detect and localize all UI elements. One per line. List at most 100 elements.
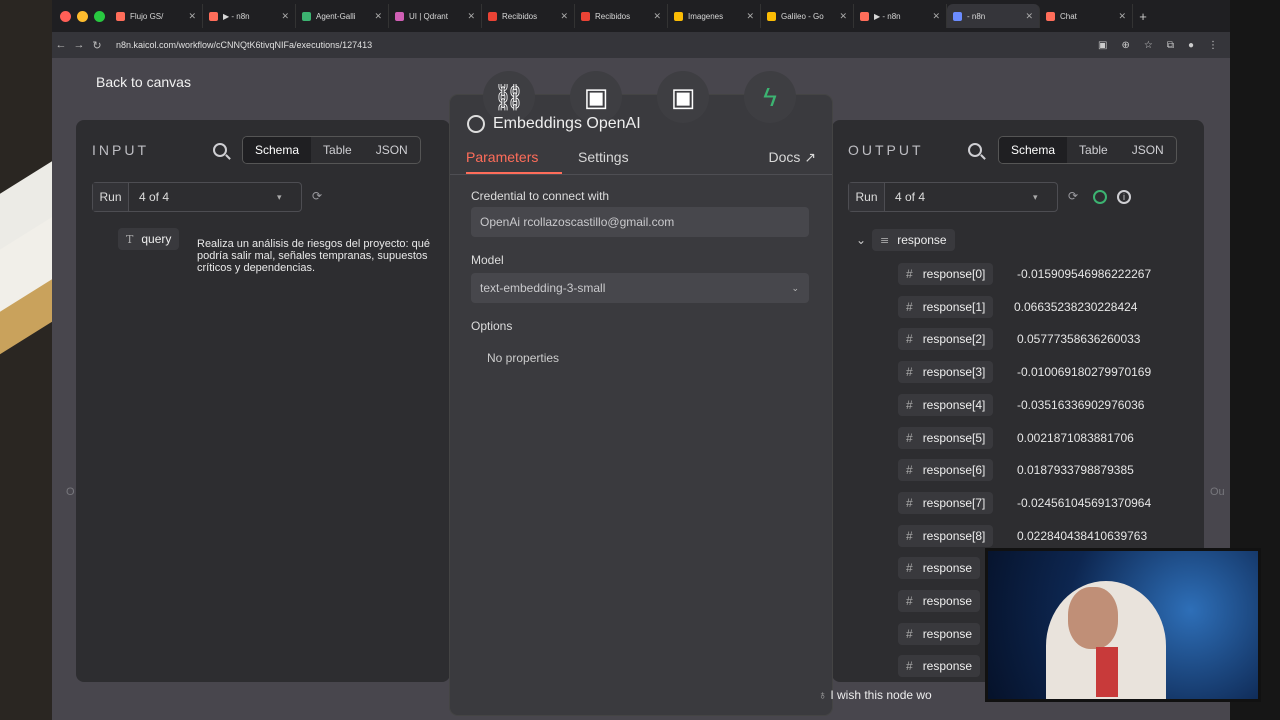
tab-label: - n8n [967, 11, 986, 21]
extensions-icon[interactable]: ⧉ [1167, 40, 1174, 51]
model-select[interactable]: text-embedding-3-small ⌄ [471, 273, 809, 303]
response-row-key[interactable]: # response[3] [898, 361, 994, 384]
close-tab-icon[interactable]: ✕ [467, 11, 475, 22]
no-properties-text: No properties [487, 351, 560, 365]
output-run-select[interactable]: Run 4 of 4 ▾ [848, 182, 1058, 212]
feedback-text[interactable]: ♁ I wish this node wo [818, 688, 932, 702]
number-type-icon: # [906, 626, 913, 641]
profile-icon[interactable]: ● [1188, 40, 1194, 51]
tab-9[interactable]: - n8n ✕ [947, 4, 1040, 28]
tab-4[interactable]: Recibidos ✕ [482, 4, 575, 28]
tab-2[interactable]: Agent-Galli ✕ [296, 4, 389, 28]
search-icon[interactable] [968, 143, 982, 157]
close-tab-icon[interactable]: ✕ [281, 11, 289, 22]
response-row-key[interactable]: # response[2] [898, 328, 994, 351]
external-link-icon: ↗ [804, 149, 816, 165]
tab-5[interactable]: Recibidos ✕ [575, 4, 668, 28]
maximize-window-button[interactable] [94, 10, 105, 22]
forward-arrow-icon[interactable]: → [70, 39, 88, 51]
canvas-ghost-text: O [66, 486, 75, 498]
url-field[interactable]: n8n.kaicol.com/workflow/cCNNQtK6tivqNIFa… [116, 40, 1098, 50]
tab-settings[interactable]: Settings [578, 149, 629, 165]
openai-icon [467, 115, 485, 133]
docs-label: Docs [768, 149, 801, 165]
row-key: response[1] [922, 299, 986, 314]
zoom-icon[interactable]: ⊕ [1121, 40, 1129, 51]
tab-label: Recibidos [595, 11, 631, 21]
docs-link[interactable]: Docs ↗ [768, 149, 816, 166]
close-tab-icon[interactable]: ✕ [932, 11, 940, 22]
tab-6[interactable]: Imagenes ✕ [668, 4, 761, 28]
new-tab-button[interactable]: + [1133, 9, 1153, 24]
response-row-key[interactable]: # response[0] [898, 263, 994, 285]
model-label: Model [471, 253, 504, 267]
favicon-icon [581, 11, 590, 21]
row-value: 0.0021871083881706 [1017, 430, 1134, 445]
bookmark-star-icon[interactable]: ☆ [1144, 40, 1153, 51]
close-tab-icon[interactable]: ✕ [1118, 11, 1126, 22]
close-window-button[interactable] [60, 10, 71, 22]
tab-label: Flujo GS/ [130, 11, 164, 21]
response-row-key[interactable]: # response[4] [898, 393, 994, 416]
tab-0[interactable]: Flujo GS/ ✕ [110, 4, 203, 28]
row-value: 0.05777358636260033 [1017, 332, 1141, 347]
field-name: query [141, 232, 172, 246]
response-root-label: response [897, 233, 947, 247]
tab-parameters[interactable]: Parameters [466, 149, 538, 165]
response-row-key[interactable]: # response[7] [898, 491, 994, 514]
search-icon[interactable] [213, 143, 227, 157]
output-view-schema[interactable]: Schema [999, 137, 1068, 163]
close-tab-icon[interactable]: ✕ [188, 11, 196, 22]
response-row-key[interactable]: # response[8] [898, 524, 994, 547]
tab-label: Recibidos [502, 11, 538, 21]
response-row-key[interactable]: # response [898, 590, 981, 612]
output-view-switch: Schema Table JSON [998, 136, 1177, 164]
minimize-window-button[interactable] [77, 10, 88, 22]
number-type-icon: # [906, 430, 913, 445]
back-to-canvas-link[interactable]: Back to canvas [96, 74, 191, 90]
close-tab-icon[interactable]: ✕ [746, 11, 754, 22]
tab-3[interactable]: UI | Qdrant ✕ [389, 4, 482, 28]
reload-icon[interactable]: ↻ [88, 39, 106, 52]
field-chip[interactable]: T query [118, 228, 180, 250]
chevron-down-icon[interactable]: ⌄ [856, 233, 866, 247]
row-key: response[6] [922, 463, 986, 478]
tab-1[interactable]: ▶ - n8n ✕ [203, 4, 296, 28]
translate-icon[interactable]: ▣ [1098, 40, 1107, 51]
close-tab-icon[interactable]: ✕ [374, 11, 382, 22]
tab-10[interactable]: Chat ✕ [1040, 4, 1133, 28]
input-view-json[interactable]: JSON [364, 137, 420, 163]
tab-bar: Flujo GS/✕ ▶ - n8n ✕ Agent-Galli ✕ UI | Qdran… [52, 0, 1230, 32]
input-panel: INPUT Schema Table JSON Run 4 of 4 ▾ ⟳ T… [76, 120, 450, 682]
link-runs-icon[interactable]: ⟳ [1068, 189, 1078, 203]
chevron-down-icon: ▾ [277, 191, 282, 202]
back-arrow-icon[interactable]: ← [52, 39, 70, 51]
credential-label: Credential to connect with [471, 189, 610, 203]
response-root-chip[interactable]: ≡ response [872, 229, 955, 251]
info-icon[interactable]: i [1117, 190, 1131, 204]
desktop-left [0, 0, 52, 720]
input-view-table[interactable]: Table [311, 137, 364, 163]
response-row-key[interactable]: # response [898, 622, 981, 645]
input-view-schema[interactable]: Schema [243, 137, 312, 163]
link-runs-icon[interactable]: ⟳ [312, 189, 322, 203]
input-run-select[interactable]: Run 4 of 4 ▾ [92, 182, 302, 212]
close-tab-icon[interactable]: ✕ [839, 11, 847, 22]
close-tab-icon[interactable]: ✕ [653, 11, 661, 22]
node-title[interactable]: Embeddings OpenAI [493, 115, 641, 133]
output-view-table[interactable]: Table [1067, 137, 1120, 163]
response-row-key[interactable]: # response[6] [898, 459, 994, 482]
number-type-icon: # [906, 594, 913, 608]
credential-select[interactable]: OpenAi rcollazoscastillo@gmail.com [471, 207, 809, 237]
response-row-key[interactable]: # response[5] [898, 426, 994, 449]
close-tab-icon[interactable]: ✕ [1025, 11, 1033, 22]
close-tab-icon[interactable]: ✕ [560, 11, 568, 22]
response-row-key[interactable]: # response [898, 655, 981, 678]
response-row-key[interactable]: # response [898, 557, 981, 580]
tab-8[interactable]: ▶ - n8n ✕ [854, 4, 947, 28]
output-view-json[interactable]: JSON [1120, 137, 1176, 163]
menu-icon[interactable]: ⋮ [1208, 40, 1218, 51]
tab-7[interactable]: Galileo - Go ✕ [761, 4, 854, 28]
favicon-icon [116, 11, 125, 21]
response-row-key[interactable]: # response[1] [898, 295, 994, 318]
